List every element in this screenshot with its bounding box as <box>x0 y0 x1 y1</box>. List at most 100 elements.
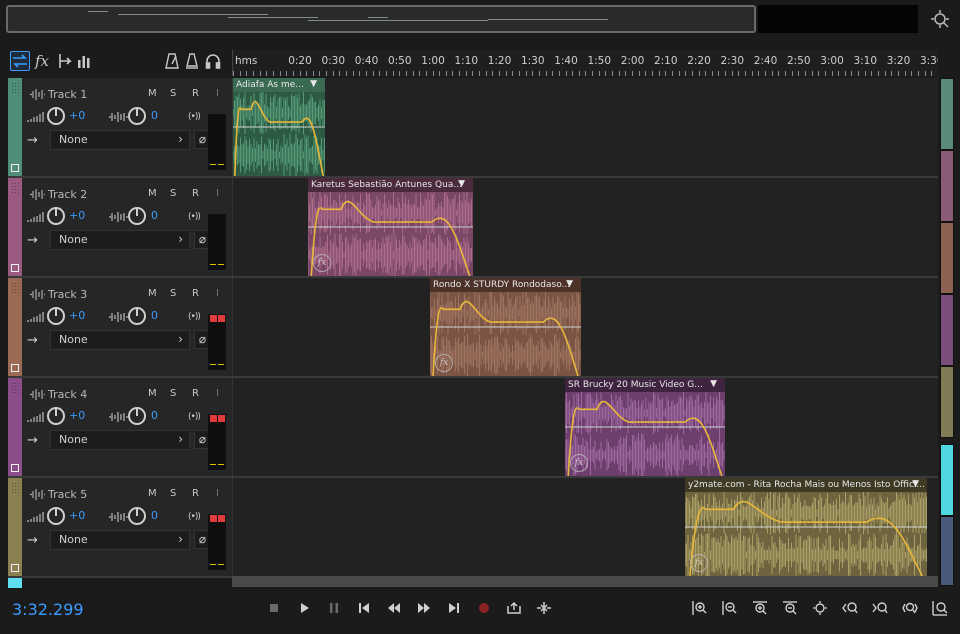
zoom-in-point-icon[interactable] <box>840 598 860 618</box>
output-routing-select[interactable]: None › <box>50 430 190 450</box>
track-color-strip[interactable] <box>8 78 22 176</box>
record-arm-button[interactable]: R <box>192 488 199 499</box>
pan-knob[interactable] <box>128 407 146 425</box>
pan-knob[interactable] <box>128 507 146 525</box>
track-color-rail[interactable] <box>940 78 954 586</box>
output-routing-select[interactable]: None › <box>50 130 190 150</box>
loop-playback-icon[interactable] <box>504 598 524 618</box>
record-icon[interactable] <box>474 598 494 618</box>
mute-button[interactable]: M <box>148 188 157 199</box>
drag-handle-icon[interactable] <box>11 82 19 94</box>
rewind-icon[interactable] <box>384 598 404 618</box>
go-to-end-icon[interactable] <box>444 598 464 618</box>
clip-indicator[interactable] <box>218 415 225 422</box>
audio-clip[interactable]: SR Brucky 20 Music Video G... ▼ fx <box>565 378 725 476</box>
track-color-segment[interactable] <box>940 444 954 516</box>
volume-knob[interactable] <box>47 407 65 425</box>
mute-button[interactable]: M <box>148 88 157 99</box>
go-to-start-icon[interactable] <box>354 598 374 618</box>
volume-value[interactable]: +0 <box>69 209 85 222</box>
current-time-display[interactable]: 3:32.299 <box>12 600 84 619</box>
track-name[interactable]: Track 4 <box>48 388 87 401</box>
clip-title-bar[interactable]: y2mate.com - Rita Rocha Mais ou Menos Is… <box>685 478 927 492</box>
pause-icon[interactable] <box>324 598 344 618</box>
record-arm-button[interactable]: R <box>192 88 199 99</box>
track-lane[interactable]: Rondo X STURDY Rondodaso... ▼ fx <box>232 278 938 376</box>
caret-down-icon[interactable]: ▼ <box>912 479 919 489</box>
pan-knob[interactable] <box>128 107 146 125</box>
solo-button[interactable]: S <box>170 288 176 299</box>
zoom-out-point-icon[interactable] <box>870 598 890 618</box>
solo-button[interactable]: S <box>170 188 176 199</box>
stereo-record-icon[interactable]: (•)) <box>188 312 201 322</box>
caret-down-icon[interactable]: ▼ <box>710 379 717 389</box>
track-lane[interactable]: y2mate.com - Rita Rocha Mais ou Menos Is… <box>232 478 938 576</box>
pan-value[interactable]: 0 <box>151 309 158 322</box>
audio-clip[interactable]: Karetus Sebastião Antunes Qua... ▼ fx <box>308 178 473 276</box>
volume-value[interactable]: +0 <box>69 109 85 122</box>
monitor-input-button[interactable]: I <box>216 388 219 399</box>
monitor-input-button[interactable]: I <box>216 288 219 299</box>
zoom-selection-icon[interactable] <box>900 598 920 618</box>
track-color-strip[interactable] <box>8 578 22 588</box>
punch-icon[interactable] <box>182 51 202 71</box>
track-select-box[interactable] <box>11 364 19 372</box>
volume-value[interactable]: +0 <box>69 309 85 322</box>
track-color-strip[interactable] <box>8 178 22 276</box>
zoom-in-amplitude-icon[interactable] <box>690 598 710 618</box>
mute-button[interactable]: M <box>148 388 157 399</box>
monitor-input-button[interactable]: I <box>216 188 219 199</box>
pan-knob[interactable] <box>128 207 146 225</box>
fx-badge-icon[interactable]: fx <box>690 554 708 572</box>
horizontal-scrollbar[interactable] <box>232 576 938 587</box>
drag-handle-icon[interactable] <box>11 182 19 194</box>
track-color-strip[interactable] <box>8 278 22 376</box>
clip-title-bar[interactable]: Adiafa As me... ▼ <box>233 78 325 92</box>
clip-title-bar[interactable]: Karetus Sebastião Antunes Qua... ▼ <box>308 178 473 192</box>
fx-badge-icon[interactable]: fx <box>313 254 331 272</box>
record-arm-button[interactable]: R <box>192 388 199 399</box>
volume-value[interactable]: +0 <box>69 509 85 522</box>
zoom-out-time-icon[interactable] <box>780 598 800 618</box>
audio-clip[interactable]: Rondo X STURDY Rondodaso... ▼ fx <box>430 278 581 376</box>
clip-indicator[interactable] <box>218 315 225 322</box>
record-arm-button[interactable]: R <box>192 188 199 199</box>
zoom-in-time-icon[interactable] <box>750 598 770 618</box>
stereo-record-icon[interactable]: (•)) <box>188 412 201 422</box>
solo-button[interactable]: S <box>170 88 176 99</box>
track-select-box[interactable] <box>11 264 19 272</box>
stereo-record-icon[interactable]: (•)) <box>188 512 201 522</box>
volume-knob[interactable] <box>47 207 65 225</box>
mute-button[interactable]: M <box>148 288 157 299</box>
output-routing-select[interactable]: None › <box>50 230 190 250</box>
play-icon[interactable] <box>294 598 314 618</box>
metronome-icon[interactable] <box>162 51 182 71</box>
effects-icon[interactable]: fx <box>32 51 52 71</box>
zoom-navigator[interactable] <box>6 5 756 33</box>
track-name[interactable]: Track 5 <box>48 488 87 501</box>
track-select-box[interactable] <box>11 564 19 572</box>
clip-indicator[interactable] <box>210 415 217 422</box>
volume-knob[interactable] <box>47 307 65 325</box>
headphones-icon[interactable] <box>203 51 223 71</box>
zoom-full-icon[interactable] <box>810 598 830 618</box>
time-ruler[interactable]: hms 0:20 0:30 0:40 0:50 1:00 1:10 1:20 1:30 1:40… <box>232 50 938 76</box>
stereo-record-icon[interactable]: (•)) <box>188 212 201 222</box>
zoom-to-selected-icon[interactable] <box>930 598 950 618</box>
track-color-strip[interactable] <box>8 478 22 576</box>
track-color-strip[interactable] <box>8 378 22 476</box>
zoom-full-icon[interactable] <box>930 9 952 29</box>
drag-handle-icon[interactable] <box>11 482 19 494</box>
fx-badge-icon[interactable]: fx <box>435 354 453 372</box>
track-lane[interactable]: Karetus Sebastião Antunes Qua... ▼ fx <box>232 178 938 276</box>
solo-button[interactable]: S <box>170 488 176 499</box>
fast-forward-icon[interactable] <box>414 598 434 618</box>
drag-handle-icon[interactable] <box>11 282 19 294</box>
track-color-segment[interactable] <box>940 222 954 294</box>
pan-value[interactable]: 0 <box>151 409 158 422</box>
volume-knob[interactable] <box>47 507 65 525</box>
monitor-input-button[interactable]: I <box>216 88 219 99</box>
mute-button[interactable]: M <box>148 488 157 499</box>
pan-value[interactable]: 0 <box>151 209 158 222</box>
track-color-segment[interactable] <box>940 366 954 438</box>
